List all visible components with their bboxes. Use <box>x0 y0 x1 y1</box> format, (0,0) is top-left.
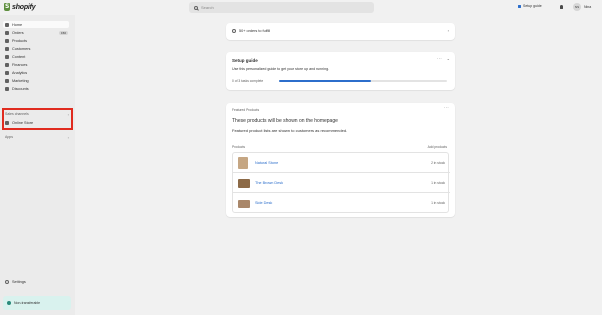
avatar-initials: NS <box>574 5 580 9</box>
product-thumbnail <box>238 200 250 208</box>
logo-text: shopify <box>12 3 36 11</box>
gear-icon <box>5 280 9 284</box>
setup-guide-description: Use this personalized guide to get your … <box>232 67 330 71</box>
non-transferable-banner[interactable]: Non-transferable <box>3 296 71 310</box>
orders-count-badge: 150 <box>58 30 68 35</box>
product-thumbnail <box>238 157 248 169</box>
non-transferable-label: Non-transferable <box>14 301 41 305</box>
chart-icon <box>5 70 9 75</box>
add-products-link[interactable]: Add products <box>428 145 447 149</box>
more-actions-button[interactable]: ··· <box>444 105 449 110</box>
content-icon <box>5 54 9 59</box>
sidebar-item-label: Home <box>12 22 23 27</box>
product-list: Natural Stone 2 in stock The Brown Desk … <box>232 152 450 213</box>
bell-icon[interactable] <box>560 5 563 9</box>
sidebar-item-label: Products <box>12 38 27 43</box>
sidebar-item-label: Analytics <box>12 70 28 75</box>
product-name-link[interactable]: Side Desk <box>255 201 272 205</box>
sidebar-item-analytics[interactable]: Analytics <box>5 69 71 76</box>
more-actions-button[interactable]: ··· <box>437 56 442 61</box>
setup-guide-card: Setup guide ··· ⌄ Use this personalized … <box>226 52 455 90</box>
featured-products-card: Featured Products ··· These products wil… <box>226 103 455 217</box>
list-item[interactable]: Side Desk 1 in stock <box>233 193 450 213</box>
sidebar-item-label: Content <box>12 54 26 59</box>
chevron-right-icon: › <box>447 28 449 33</box>
flag-icon <box>518 4 521 8</box>
search-input[interactable]: Search <box>189 2 374 13</box>
sales-channels-highlight <box>2 108 73 130</box>
store-name[interactable]: Nina <box>584 5 591 9</box>
shopify-bag-icon <box>4 3 10 11</box>
list-item[interactable]: Natural Stone 2 in stock <box>233 153 450 173</box>
sidebar-item-label: Customers <box>12 46 31 51</box>
avatar[interactable]: NS <box>573 3 581 11</box>
sidebar-item-home[interactable]: Home <box>3 21 69 28</box>
featured-subtext: Featured product lists are shown to cust… <box>232 128 348 133</box>
target-icon <box>5 78 9 83</box>
tag-icon <box>5 38 9 43</box>
sidebar-item-label: Finances <box>12 62 28 67</box>
chevron-down-icon[interactable]: ⌄ <box>447 56 450 61</box>
featured-headline: These products will be shown on the home… <box>232 118 338 124</box>
sidebar-item-customers[interactable]: Customers <box>5 45 71 52</box>
apps-header[interactable]: Apps › <box>5 135 69 140</box>
setup-progress-fill <box>279 80 372 82</box>
search-icon <box>194 5 198 10</box>
product-stock: 1 in stock <box>431 201 445 205</box>
orders-alert-text: 50+ orders to fulfill <box>239 29 271 33</box>
product-thumbnail <box>238 179 250 188</box>
bank-icon <box>5 62 9 67</box>
apps-label: Apps <box>5 135 13 139</box>
sidebar-item-label: Orders <box>12 30 24 35</box>
list-item[interactable]: The Brown Desk 1 in stock <box>233 173 450 193</box>
product-name-link[interactable]: Natural Stone <box>255 161 278 165</box>
orders-icon <box>5 30 9 35</box>
settings-button[interactable]: Settings <box>5 280 26 284</box>
sidebar-item-orders[interactable]: Orders 150 <box>5 29 71 36</box>
discount-icon <box>5 86 9 91</box>
top-bar: shopify Search Setup guide NS Nina <box>0 0 602 15</box>
chevron-right-icon: › <box>67 135 69 140</box>
orders-alert-card[interactable]: 50+ orders to fulfill › <box>226 23 455 40</box>
settings-label: Settings <box>12 280 26 284</box>
home-icon <box>5 22 9 27</box>
sidebar-item-label: Discounts <box>12 86 29 91</box>
search-placeholder: Search <box>201 5 214 10</box>
sidebar-item-content[interactable]: Content <box>5 53 71 60</box>
featured-eyebrow: Featured Products <box>232 108 260 112</box>
sidebar-item-products[interactable]: Products <box>5 37 71 44</box>
sidebar-item-finances[interactable]: Finances <box>5 61 71 68</box>
alert-icon <box>232 29 236 33</box>
sidebar-item-discounts[interactable]: Discounts <box>5 85 71 92</box>
sidebar-item-label: Marketing <box>12 78 29 83</box>
shopify-logo[interactable]: shopify <box>4 3 36 11</box>
setup-progress-label: 0 of 3 tasks complete <box>232 79 264 83</box>
person-icon <box>5 46 9 51</box>
product-stock: 2 in stock <box>431 161 445 165</box>
setup-guide-button[interactable]: Setup guide <box>518 4 542 8</box>
product-stock: 1 in stock <box>431 181 445 185</box>
products-column-header: Products <box>232 145 246 149</box>
sidebar: Home Orders 150 Products Customers Conte… <box>0 15 75 315</box>
setup-progress-bar <box>279 80 447 82</box>
setup-guide-title: Setup guide <box>232 58 258 63</box>
setup-guide-label: Setup guide <box>523 4 542 8</box>
info-icon <box>7 301 11 305</box>
product-name-link[interactable]: The Brown Desk <box>255 181 283 185</box>
sidebar-item-marketing[interactable]: Marketing <box>5 77 71 84</box>
